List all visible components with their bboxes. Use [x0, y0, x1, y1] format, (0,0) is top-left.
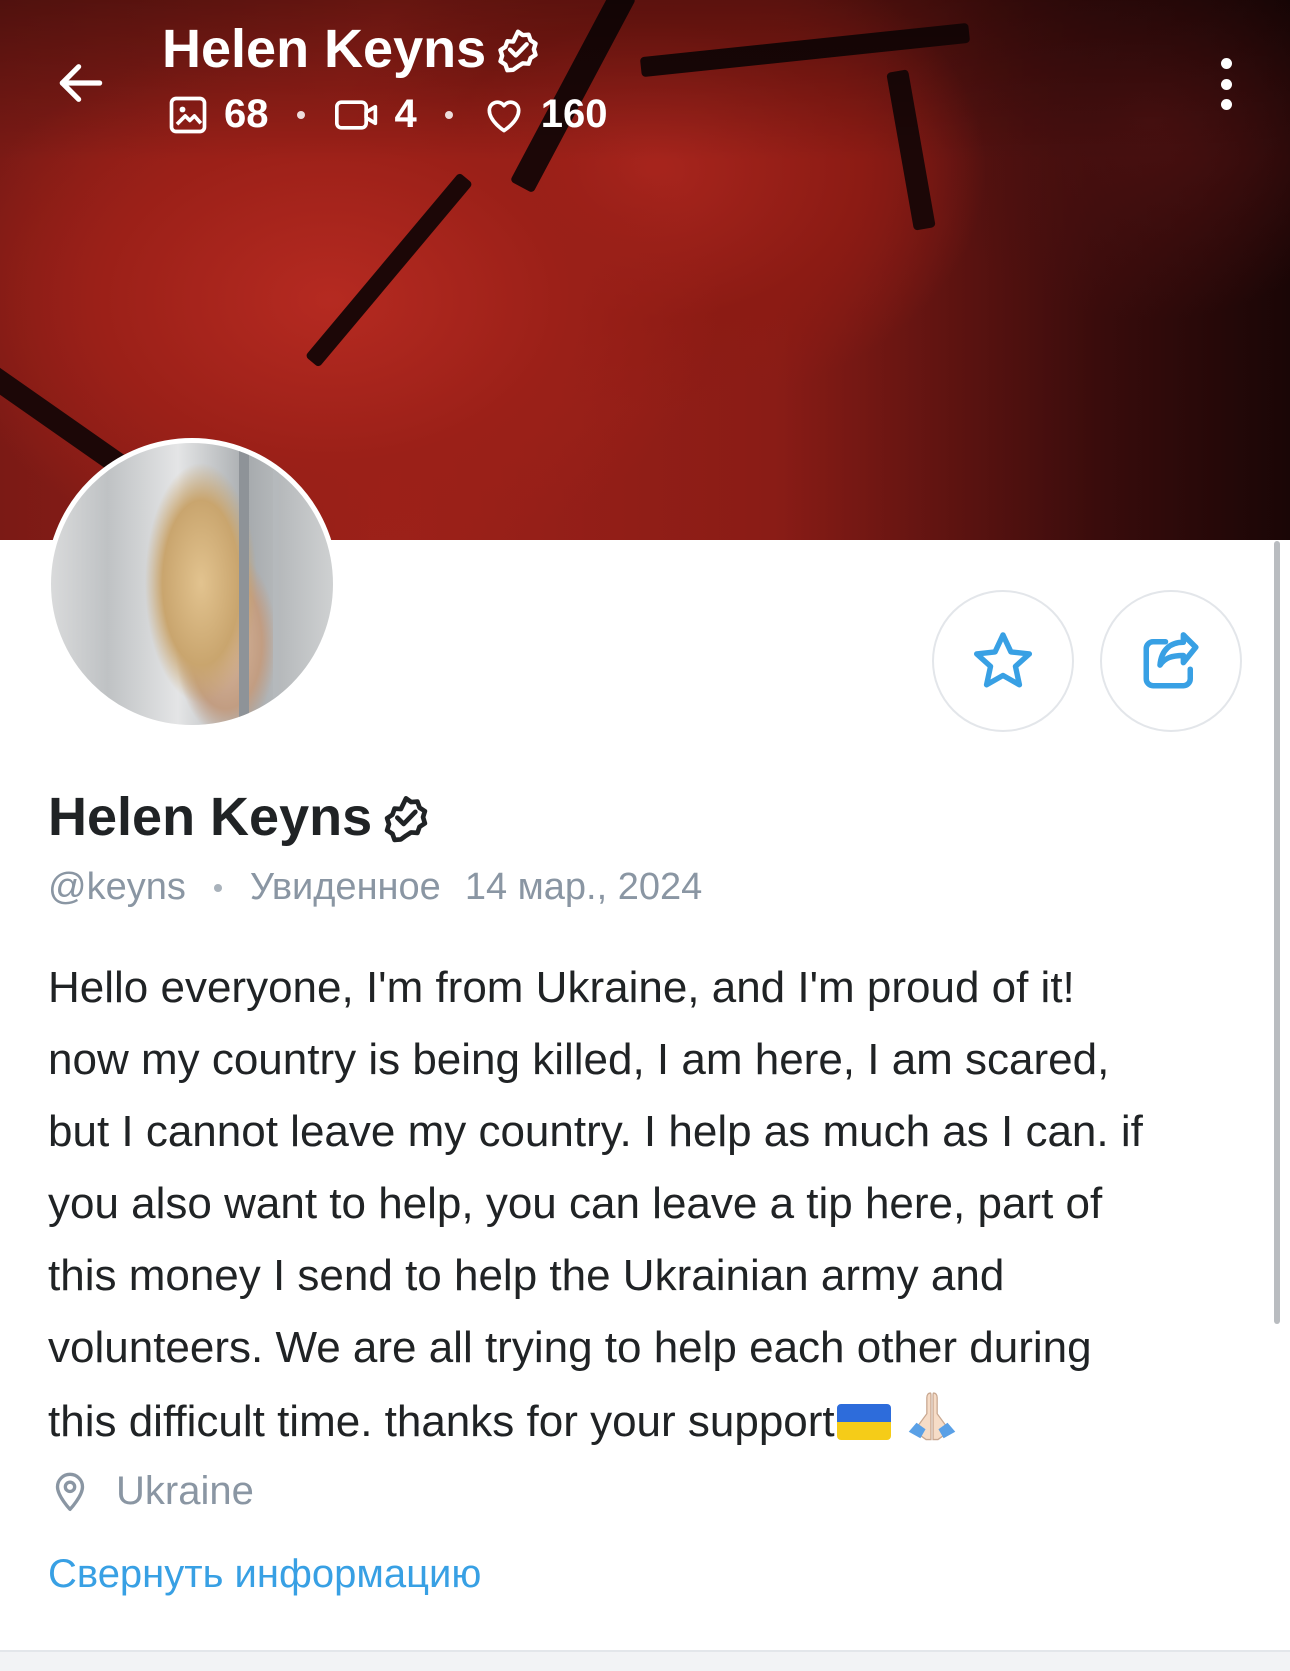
arrow-left-icon — [59, 64, 103, 102]
more-menu-button[interactable] — [1204, 54, 1248, 114]
bio-last-line: this difficult time. thanks for your sup… — [48, 1384, 1248, 1458]
bio-line: now my country is being killed, I am her… — [48, 1035, 1110, 1084]
star-icon — [973, 632, 1033, 688]
share-button[interactable] — [1100, 590, 1242, 732]
bio-line: this difficult time. thanks for your sup… — [48, 1397, 835, 1446]
praying-hands-emoji — [908, 1392, 955, 1441]
location-text: Ukraine — [116, 1468, 254, 1513]
bio-line: but I cannot leave my country. I help as… — [48, 1107, 1143, 1156]
videos-count-value: 4 — [394, 92, 417, 136]
favorite-button[interactable] — [932, 590, 1074, 732]
map-pin-icon — [55, 1472, 85, 1511]
bio-line: volunteers. We are all trying to help ea… — [48, 1323, 1092, 1372]
last-seen-label: Увиденное — [249, 866, 441, 908]
share-icon — [1143, 632, 1199, 689]
likes-count[interactable]: 160 — [481, 92, 608, 137]
profile-page: Helen Keyns 68 4 160 Helen Keyns @keyns … — [0, 0, 1290, 1671]
profile-bio: Hello everyone, I'm from Ukraine, and I'… — [48, 952, 1248, 1458]
heart-icon — [487, 99, 521, 132]
verified-badge-icon — [498, 29, 538, 73]
photos-count[interactable]: 68 — [166, 92, 269, 137]
scrollbar[interactable] — [1274, 541, 1280, 1324]
video-camera-icon — [334, 99, 377, 130]
bio-line: this money I send to help the Ukrainian … — [48, 1251, 1005, 1300]
back-button[interactable] — [46, 48, 116, 118]
more-vertical-icon-dot — [1220, 99, 1232, 110]
collapse-info-link[interactable]: Свернуть информацию — [48, 1552, 481, 1597]
photos-count-value: 68 — [224, 92, 269, 136]
videos-count[interactable]: 4 — [333, 92, 417, 137]
username: @keyns — [48, 866, 186, 908]
ukraine-flag-emoji — [836, 1404, 891, 1440]
section-divider — [0, 1650, 1290, 1671]
bio-line: you also want to help, you can leave a t… — [48, 1179, 1103, 1228]
more-vertical-icon-dot — [1220, 78, 1232, 90]
header-title: Helen Keyns — [162, 18, 544, 80]
stat-separator — [444, 110, 453, 119]
last-seen-date: 14 мар., 2024 — [464, 866, 703, 908]
likes-count-value: 160 — [540, 92, 608, 136]
profile-name: Helen Keyns — [48, 786, 434, 848]
profile-location: Ukraine — [50, 1468, 254, 1514]
verified-badge-icon — [384, 796, 428, 843]
meta-separator — [213, 883, 222, 892]
bio-line: Hello everyone, I'm from Ukraine, and I'… — [48, 963, 1075, 1012]
image-icon — [169, 96, 207, 133]
avatar[interactable] — [46, 438, 338, 730]
profile-meta: @keyns Увиденное 14 мар., 2024 — [48, 866, 702, 909]
header-name: Helen Keyns — [162, 19, 487, 79]
stat-separator — [296, 110, 305, 119]
profile-name-text: Helen Keyns — [48, 787, 373, 847]
more-vertical-icon — [1220, 58, 1232, 69]
header-stats: 68 4 160 — [166, 92, 608, 137]
